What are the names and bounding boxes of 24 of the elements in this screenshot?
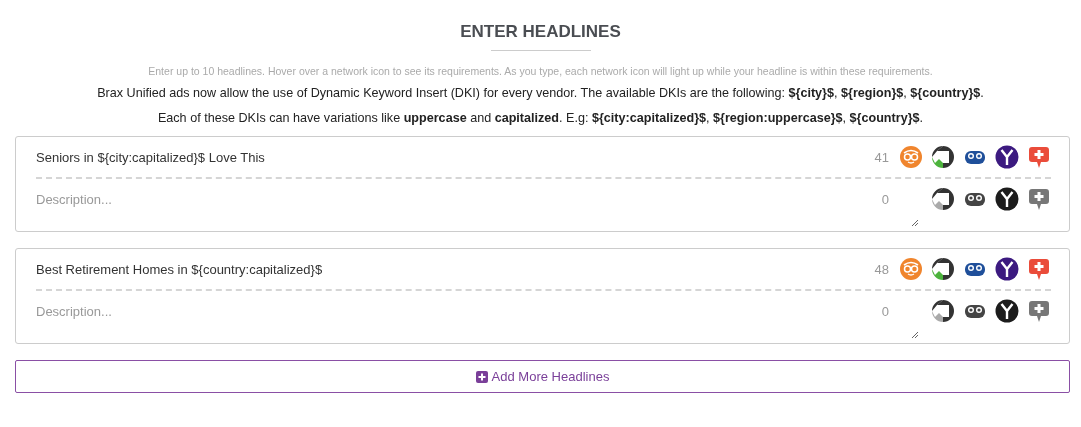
character-count: 48 [873, 261, 889, 277]
headline-field[interactable]: Best Retirement Homes in ${country:capitalized}$ [36, 261, 859, 277]
plus-pin-icon[interactable] [1027, 299, 1051, 323]
letter-y-circle-icon[interactable] [995, 145, 1019, 169]
resize-handle-icon[interactable] [911, 331, 919, 339]
plus-pin-icon[interactable] [1027, 257, 1051, 281]
headline-field[interactable]: Seniors in ${city:capitalized}$ Love This [36, 149, 859, 165]
plus-pin-icon[interactable] [1027, 187, 1051, 211]
add-headlines-button[interactable]: Add More Headlines [15, 360, 1070, 393]
hint-text: Enter up to 10 headlines. Hover over a network icon to see its requirements. As you type, each network icon will light up while your headline is within these requirements. [148, 65, 933, 77]
plus-square-icon [475, 370, 488, 383]
character-count: 0 [880, 303, 889, 319]
letter-y-circle-icon[interactable] [995, 257, 1019, 281]
plus-pin-icon[interactable] [1027, 145, 1051, 169]
dki-note: Each of these DKIs can have variations like uppercase and capitalized. E.g: ${city:capitalized}$, ${region:uppercase}$, ${country}$. [157, 111, 924, 125]
dki-note: Brax Unified ads now allow the use of Dynamic Keyword Insert (DKI) for every vendor. The available DKIs are the following: ${city}$, ${region}$, ${country}$. [97, 86, 984, 100]
glasses-face-icon[interactable] [899, 257, 923, 281]
glasses-face-icon[interactable] [899, 145, 923, 169]
resize-handle-icon[interactable] [911, 219, 919, 227]
character-count: 41 [873, 149, 889, 165]
letter-y-circle-icon[interactable] [995, 187, 1019, 211]
section-title: ENTER HEADLINES [460, 22, 621, 42]
character-count: 0 [880, 191, 889, 207]
letter-y-circle-icon[interactable] [995, 299, 1019, 323]
